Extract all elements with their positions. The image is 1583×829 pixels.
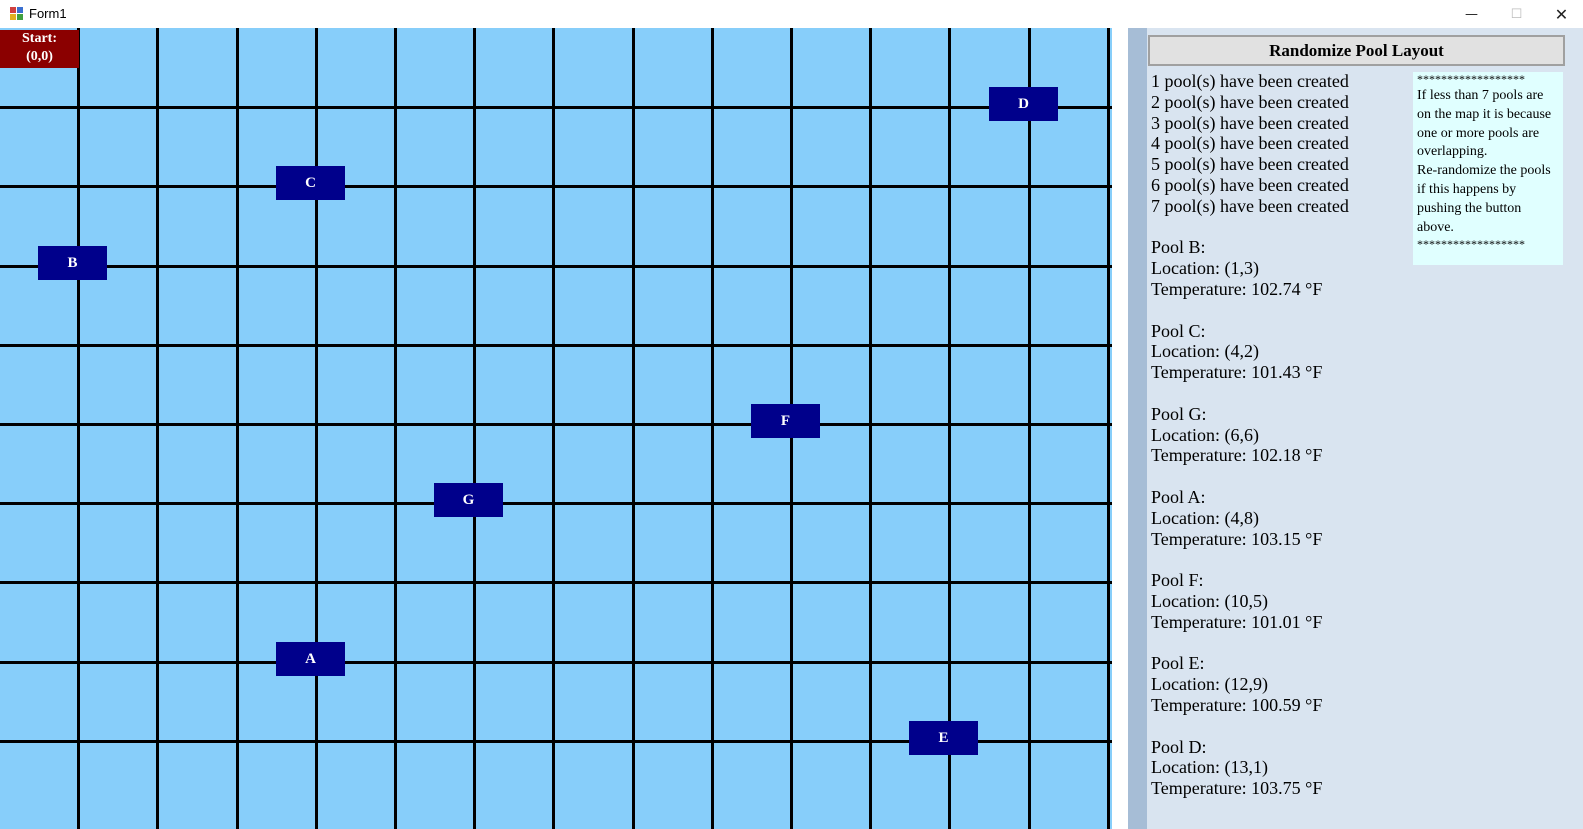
- pool-a: A: [276, 642, 345, 676]
- overlap-note: ****************** If less than 7 pools a…: [1413, 72, 1563, 265]
- note-line: ******************: [1417, 237, 1525, 252]
- grid-line-horizontal: [0, 581, 1112, 584]
- title-bar: Form1 — ☐ ✕: [0, 0, 1583, 28]
- start-coordinates: (0,0): [26, 49, 53, 64]
- grid-line-vertical: [315, 28, 318, 829]
- log-line: Temperature: 103.15 °F: [1151, 528, 1323, 549]
- note-line: ******************: [1417, 72, 1525, 86]
- grid-line-horizontal: [0, 265, 1112, 268]
- minimize-button[interactable]: —: [1449, 0, 1494, 28]
- pool-log: 1 pool(s) have been created 2 pool(s) hav…: [1151, 71, 1411, 799]
- log-line: Pool F:: [1151, 570, 1204, 591]
- log-line: 7 pool(s) have been created: [1151, 195, 1349, 216]
- panel-border: [1128, 28, 1147, 829]
- app-icon: [10, 7, 23, 20]
- grid-line-vertical: [1107, 28, 1110, 829]
- grid-line-vertical: [236, 28, 239, 829]
- log-line: 4 pool(s) have been created: [1151, 133, 1349, 154]
- log-spacer: [1151, 217, 1411, 238]
- grid-line-horizontal: [0, 423, 1112, 426]
- log-line: 6 pool(s) have been created: [1151, 174, 1349, 195]
- note-line: on the map it is because: [1417, 106, 1552, 122]
- log-line: Temperature: 101.43 °F: [1151, 362, 1323, 383]
- log-line: Location: (10,5): [1151, 590, 1268, 611]
- grid-line-vertical: [711, 28, 714, 829]
- grid-line-horizontal: [0, 344, 1112, 347]
- grid-line-horizontal: [0, 106, 1112, 109]
- log-line: Temperature: 101.01 °F: [1151, 611, 1323, 632]
- log-line: Location: (4,2): [1151, 341, 1259, 362]
- pool-d: D: [989, 87, 1058, 121]
- grid-line-horizontal: [0, 661, 1112, 664]
- log-spacer: [1151, 716, 1411, 737]
- log-spacer: [1151, 633, 1411, 654]
- log-line: Pool G:: [1151, 403, 1207, 424]
- log-line: 5 pool(s) have been created: [1151, 154, 1349, 175]
- grid-line-horizontal: [0, 502, 1112, 505]
- log-line: Location: (6,6): [1151, 424, 1259, 445]
- close-button[interactable]: ✕: [1539, 0, 1583, 28]
- pool-c: C: [276, 166, 345, 200]
- log-spacer: [1151, 466, 1411, 487]
- maximize-button[interactable]: ☐: [1494, 0, 1539, 28]
- log-line: Pool B:: [1151, 237, 1206, 258]
- pool-g: G: [434, 483, 503, 517]
- pool-e: E: [909, 721, 978, 755]
- window-title: Form1: [29, 6, 67, 21]
- grid-line-vertical: [77, 28, 80, 829]
- log-line: Pool A:: [1151, 486, 1206, 507]
- log-line: Pool C:: [1151, 320, 1206, 341]
- grid-line-vertical: [473, 28, 476, 829]
- grid-line-vertical: [948, 28, 951, 829]
- note-line: pushing the button: [1417, 200, 1522, 216]
- log-spacer: [1151, 383, 1411, 404]
- log-line: Temperature: 102.74 °F: [1151, 278, 1323, 299]
- log-line: Temperature: 103.75 °F: [1151, 778, 1323, 799]
- start-label: Start:: [22, 31, 57, 46]
- grid-line-vertical: [632, 28, 635, 829]
- grid-line-vertical: [156, 28, 159, 829]
- note-line: If less than 7 pools are: [1417, 88, 1544, 103]
- log-line: Temperature: 100.59 °F: [1151, 694, 1323, 715]
- note-line: one or more pools are: [1417, 125, 1540, 141]
- note-line: if this happens by: [1417, 181, 1517, 197]
- log-line: 1 pool(s) have been created: [1151, 71, 1349, 91]
- log-line: Location: (12,9): [1151, 674, 1268, 695]
- note-line: above.: [1417, 219, 1454, 235]
- log-line: 3 pool(s) have been created: [1151, 112, 1349, 133]
- grid-line-horizontal: [0, 185, 1112, 188]
- grid-line-vertical: [552, 28, 555, 829]
- splitter: [1112, 28, 1128, 829]
- randomize-pool-layout-button[interactable]: Randomize Pool Layout: [1148, 35, 1565, 66]
- pool-f: F: [751, 404, 820, 438]
- log-spacer: [1151, 549, 1411, 570]
- pool-grid: D C B F G A E Start: (0,0): [0, 28, 1112, 829]
- log-line: Location: (4,8): [1151, 507, 1259, 528]
- log-line: 2 pool(s) have been created: [1151, 91, 1349, 112]
- log-line: Temperature: 102.18 °F: [1151, 445, 1323, 466]
- grid-line-vertical: [1028, 28, 1031, 829]
- note-line: overlapping.: [1417, 144, 1488, 160]
- note-line: Re-randomize the pools: [1417, 163, 1551, 179]
- grid-line-vertical: [394, 28, 397, 829]
- start-cell: Start: (0,0): [0, 30, 79, 68]
- log-line: Location: (1,3): [1151, 258, 1259, 279]
- log-line: Pool D:: [1151, 736, 1207, 757]
- grid-line-vertical: [869, 28, 872, 829]
- log-line: Pool E:: [1151, 653, 1205, 674]
- pool-b: B: [38, 246, 107, 280]
- log-spacer: [1151, 300, 1411, 321]
- log-line: Location: (13,1): [1151, 757, 1268, 778]
